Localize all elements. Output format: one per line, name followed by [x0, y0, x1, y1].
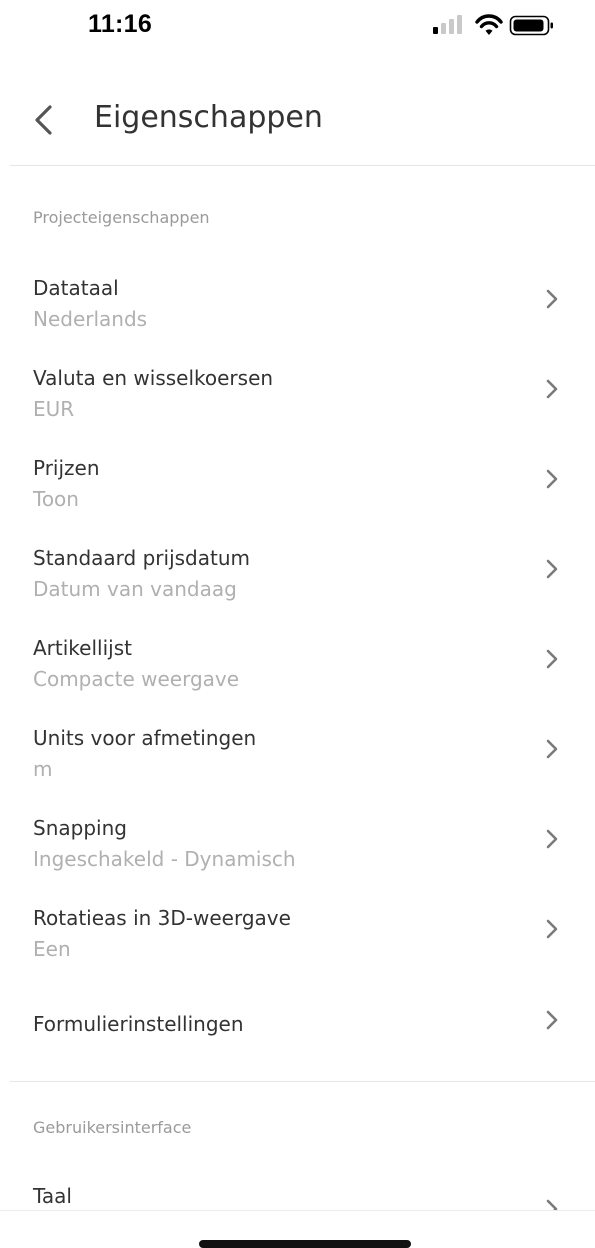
setting-row-rotation-axis[interactable]: Rotatieas in 3D-weergave Een — [0, 900, 595, 990]
chevron-right-icon — [546, 1010, 558, 1030]
chevron-right-icon — [546, 289, 558, 309]
row-label: Rotatieas in 3D-weergave — [33, 906, 291, 930]
setting-row-price-date[interactable]: Standaard prijsdatum Datum van vandaag — [0, 540, 595, 630]
setting-row-units[interactable]: Units voor afmetingen m — [0, 720, 595, 810]
row-label: Formulierinstellingen — [33, 1012, 244, 1036]
chevron-right-icon — [546, 559, 558, 579]
row-value: m — [33, 757, 53, 781]
row-label: Taal — [33, 1184, 72, 1208]
row-value: Een — [33, 937, 71, 961]
status-icons — [432, 12, 557, 38]
chevron-left-icon — [35, 105, 52, 135]
setting-row-snapping[interactable]: Snapping Ingeschakeld - Dynamisch — [0, 810, 595, 900]
chevron-right-icon — [546, 379, 558, 399]
status-bar: 11:16 — [0, 0, 595, 52]
status-time: 11:16 — [88, 10, 153, 38]
signal-wifi-battery-icons — [433, 14, 553, 36]
chevron-right-icon — [546, 649, 558, 669]
row-value: Nederlands — [33, 307, 148, 331]
page-title: Eigenschappen — [94, 100, 323, 135]
chevron-right-icon — [546, 919, 558, 939]
row-value: Ingeschakeld - Dynamisch — [33, 847, 296, 871]
row-label: Units voor afmetingen — [33, 726, 257, 750]
setting-row-data-language[interactable]: Datataal Nederlands — [0, 270, 595, 360]
chevron-right-icon — [546, 829, 558, 849]
cellular-signal-icon — [433, 15, 462, 34]
row-label: Prijzen — [33, 456, 100, 480]
section-label-ui: Gebruikersinterface — [33, 1118, 192, 1137]
row-label: Artikellijst — [33, 636, 132, 660]
row-label: Datataal — [33, 276, 119, 300]
setting-row-form-settings[interactable]: Formulierinstellingen — [0, 990, 595, 1080]
chevron-right-icon — [546, 1199, 558, 1210]
home-indicator[interactable] — [199, 1240, 411, 1248]
header-divider — [10, 165, 595, 166]
setting-row-language[interactable]: Taal — [0, 1180, 595, 1210]
section-divider — [10, 1081, 595, 1082]
battery-icon — [509, 15, 553, 36]
section-label-project: Projecteigenschappen — [33, 208, 210, 227]
header: Eigenschappen — [0, 84, 595, 156]
chevron-right-icon — [546, 739, 558, 759]
setting-row-article-list[interactable]: Artikellijst Compacte weergave — [0, 630, 595, 720]
row-label: Valuta en wisselkoersen — [33, 366, 274, 390]
row-value: Toon — [33, 487, 79, 511]
row-value: Compacte weergave — [33, 667, 240, 691]
row-label: Snapping — [33, 816, 127, 840]
row-label: Standaard prijsdatum — [33, 546, 251, 570]
row-value: EUR — [33, 397, 75, 421]
setting-row-prices[interactable]: Prijzen Toon — [0, 450, 595, 540]
wifi-icon — [475, 14, 503, 35]
chevron-right-icon — [546, 469, 558, 489]
back-button[interactable] — [22, 98, 66, 142]
row-value: Datum van vandaag — [33, 577, 237, 601]
setting-row-currency[interactable]: Valuta en wisselkoersen EUR — [0, 360, 595, 450]
